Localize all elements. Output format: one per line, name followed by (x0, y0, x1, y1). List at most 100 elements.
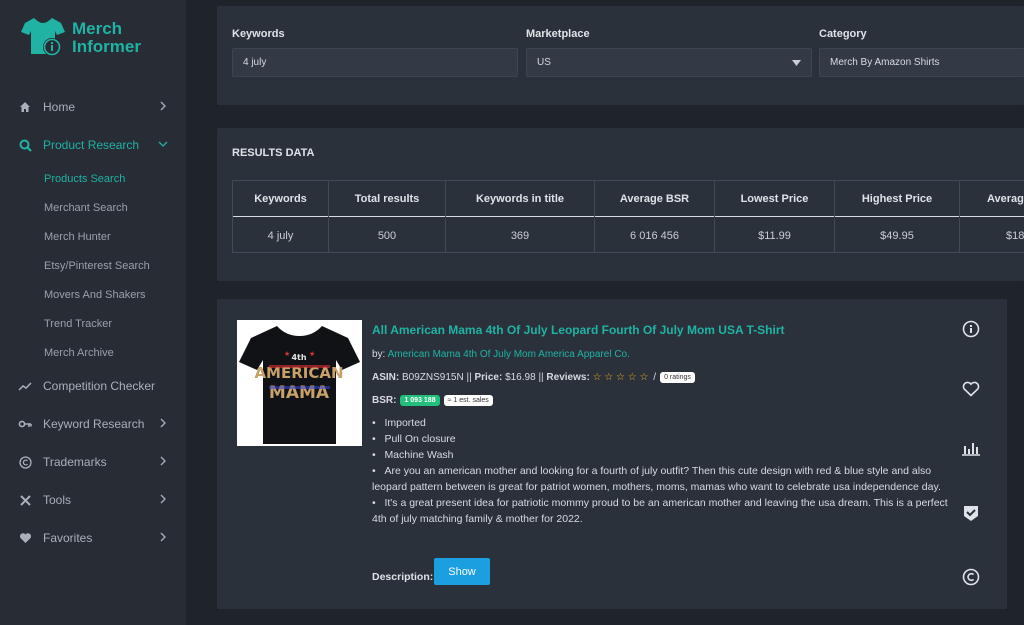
bullet-text: Machine Wash (384, 449, 454, 461)
sidebar: Merch Informer Home Product Research Pro… (0, 0, 186, 625)
price-label: Price: (474, 372, 503, 383)
bullet-text: Pull On closure (384, 433, 456, 445)
tshirt-image: 4th AMERICAN MAMA ★ ★ (239, 326, 360, 444)
chevron-right-icon (160, 456, 166, 466)
asin-value: B09ZNS915N (402, 372, 464, 383)
table-header-row: Keywords Total results Keywords in title… (233, 181, 1024, 217)
table-header-cell: Lowest Price (715, 181, 835, 217)
sidebar-subitem-movers-and-shakers[interactable]: Movers And Shakers (0, 280, 186, 309)
chevron-down-icon (158, 141, 168, 147)
trend-icon (17, 378, 33, 394)
search-icon (17, 137, 33, 153)
sidebar-subitem-etsy-pinterest-search[interactable]: Etsy/Pinterest Search (0, 251, 186, 280)
home-icon (17, 99, 33, 115)
table-header-cell: Average BSR (595, 181, 715, 217)
info-icon[interactable] (961, 319, 981, 339)
product-bsr-line: BSR: 1 093 188 ≈ 1 est. sales (372, 395, 493, 406)
svg-text:★: ★ (284, 350, 290, 358)
price-value: $16.98 (505, 372, 536, 383)
table-header-cell: Averag (987, 193, 1024, 205)
description-label: Description: (372, 571, 434, 583)
sidebar-item-trademarks[interactable]: Trademarks (0, 443, 186, 481)
separator: || (466, 372, 472, 383)
brand-line2: Informer (72, 37, 141, 56)
brand-line1: Merch (72, 19, 123, 38)
bsr-label: BSR: (372, 395, 397, 406)
table-cell: 6 016 456 (595, 218, 715, 252)
tools-icon (17, 492, 33, 508)
sidebar-subitem-merch-archive[interactable]: Merch Archive (0, 338, 186, 367)
chevron-right-icon (160, 532, 166, 542)
list-item: • Pull On closure (372, 433, 456, 445)
separator: || (538, 372, 544, 383)
bsr-badge: 1 093 188 (400, 395, 440, 406)
bullet-text: It's a great present idea for patriotic … (372, 497, 948, 525)
list-item: • It's a great present idea for patrioti… (372, 497, 948, 525)
list-item: • Imported (372, 417, 426, 429)
sidebar-item-label: Favorites (43, 531, 93, 545)
show-description-button[interactable]: Show (434, 558, 490, 585)
heart-icon (17, 530, 33, 546)
category-value: Merch By Amazon Shirts (830, 57, 940, 68)
product-card: 4th AMERICAN MAMA ★ ★ All American Mama … (217, 299, 1007, 609)
sidebar-item-label: Competition Checker (43, 379, 156, 393)
sidebar-subitem-merchant-search[interactable]: Merchant Search (0, 193, 186, 222)
sidebar-item-label: Home (43, 100, 76, 114)
reviews-label: Reviews: (546, 372, 590, 383)
sidebar-item-tools[interactable]: Tools (0, 481, 186, 519)
table-cell: $11.99 (715, 218, 835, 252)
sidebar-item-home[interactable]: Home (0, 88, 186, 126)
sidebar-subitem-products-search[interactable]: Products Search (0, 164, 186, 193)
product-brand-line: by: American Mama 4th Of July Mom Americ… (372, 349, 630, 360)
brand-link[interactable]: American Mama 4th Of July Mom America Ap… (388, 349, 630, 360)
table-cell: 4 july (233, 218, 329, 252)
results-table: Keywords Total results Keywords in title… (232, 180, 1024, 253)
keywords-label: Keywords (232, 28, 285, 40)
sidebar-subitem-trend-tracker[interactable]: Trend Tracker (0, 309, 186, 338)
table-cell: 369 (446, 218, 595, 252)
est-sales-badge: ≈ 1 est. sales (443, 395, 493, 406)
bar-chart-icon[interactable] (961, 438, 981, 458)
shield-check-icon[interactable] (961, 503, 981, 523)
results-data-panel: RESULTS DATA Keywords Total results Keyw… (217, 128, 1024, 281)
product-meta-line: ASIN: B09ZNS915N || Price: $16.98 || Rev… (372, 372, 695, 383)
results-title: RESULTS DATA (232, 147, 315, 159)
copyright-icon (17, 454, 33, 470)
rating-stars: ☆ ☆ ☆ ☆ ☆ (592, 372, 649, 383)
sidebar-item-product-research[interactable]: Product Research (0, 126, 186, 164)
product-thumbnail[interactable]: 4th AMERICAN MAMA ★ ★ (237, 320, 362, 446)
marketplace-value: US (537, 57, 551, 68)
category-select[interactable]: Merch By Amazon Shirts (819, 48, 1024, 77)
product-title-link[interactable]: All American Mama 4th Of July Leopard Fo… (372, 323, 785, 337)
by-label: by: (372, 349, 386, 360)
sidebar-item-keyword-research[interactable]: Keyword Research (0, 405, 186, 443)
table-header-cell: Keywords (233, 181, 329, 217)
heart-icon[interactable] (961, 379, 981, 399)
slash: / (653, 372, 657, 383)
bullet-text: Are you an american mother and looking f… (372, 465, 941, 493)
table-cell: $49.95 (835, 218, 960, 252)
marketplace-label: Marketplace (526, 28, 590, 40)
sidebar-item-competition-checker[interactable]: Competition Checker (0, 367, 186, 405)
sidebar-nav: Home Product Research Products Search Me… (0, 88, 186, 557)
brand-logo[interactable]: Merch Informer (20, 14, 170, 60)
keywords-value: 4 july (243, 57, 267, 68)
sidebar-item-favorites[interactable]: Favorites (0, 519, 186, 557)
chevron-right-icon (160, 101, 166, 111)
sidebar-item-label: Tools (43, 493, 72, 507)
shirt-text-line: 4th (291, 353, 306, 362)
keywords-input[interactable]: 4 july (232, 48, 518, 77)
marketplace-select[interactable]: US (526, 48, 812, 77)
category-label: Category (819, 28, 867, 40)
sidebar-subitem-merch-hunter[interactable]: Merch Hunter (0, 222, 186, 251)
list-item: • Are you an american mother and looking… (372, 465, 941, 493)
sidebar-item-label: Keyword Research (43, 417, 145, 431)
asin-label: ASIN: (372, 372, 400, 383)
sidebar-item-label: Trademarks (43, 455, 107, 469)
list-item: • Machine Wash (372, 449, 454, 461)
product-research-submenu: Products Search Merchant Search Merch Hu… (0, 164, 186, 367)
sidebar-item-label: Product Research (43, 138, 140, 152)
ratings-badge: 0 ratings (660, 372, 695, 383)
copyright-icon[interactable] (961, 567, 981, 587)
table-header-cell: Total results (329, 181, 446, 217)
